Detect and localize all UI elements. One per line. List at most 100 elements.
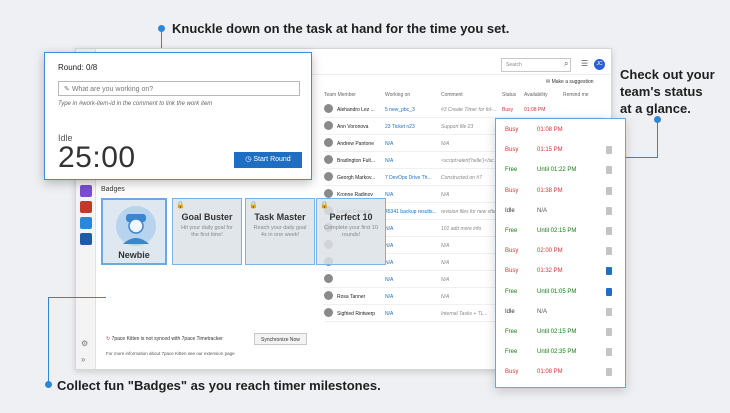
status-label: Busy bbox=[505, 369, 519, 376]
working-on[interactable]: N/A bbox=[385, 141, 437, 147]
remind-icon[interactable] bbox=[606, 166, 612, 175]
availability-label: 02:00 PM bbox=[537, 248, 563, 255]
search-input[interactable]: Search bbox=[501, 58, 571, 72]
working-on[interactable]: N/A bbox=[385, 311, 437, 317]
availability-label: 01:15 PM bbox=[537, 147, 563, 154]
avatar bbox=[324, 104, 333, 113]
availability-label: 01:08 PM bbox=[537, 127, 563, 133]
comment: revision files for new sfte... bbox=[441, 209, 497, 215]
remind-icon[interactable] bbox=[606, 206, 612, 215]
status-label: Free bbox=[505, 228, 518, 234]
availability-label: 01:32 PM bbox=[537, 268, 563, 275]
callout-right-line-h bbox=[624, 157, 658, 158]
avatar bbox=[324, 274, 333, 283]
sync-text: 7pace Kitten is not synced with 7pace Ti… bbox=[111, 336, 223, 342]
comment: N/A bbox=[441, 260, 450, 266]
remind-icon[interactable] bbox=[606, 368, 612, 377]
working-on[interactable]: N/A bbox=[385, 277, 437, 283]
status-row: Busy 01:38 PM bbox=[496, 181, 625, 201]
member-name: Bradington Fult... bbox=[337, 158, 376, 164]
gear-icon[interactable]: ⚙ bbox=[81, 339, 88, 348]
badge-description: Reach your daily goal 4x in one week! bbox=[253, 225, 307, 238]
avatar bbox=[324, 121, 333, 130]
badge-goal-buster[interactable]: 🔒 Goal Buster Hit your daily goal for th… bbox=[172, 198, 242, 265]
working-on[interactable]: N/A bbox=[385, 226, 437, 232]
status: Busy bbox=[502, 107, 514, 113]
badge-description: Hit your daily goal for the first time! bbox=[181, 225, 233, 238]
task-hint: Type in #work-item-id in the comment to … bbox=[58, 101, 213, 107]
flask-icon[interactable] bbox=[80, 185, 92, 197]
member-name: Alehandro Lez ... bbox=[337, 107, 375, 113]
comment: N/A bbox=[441, 243, 450, 249]
working-on[interactable]: N/A bbox=[385, 192, 437, 198]
task-input[interactable]: ✎ What are you working on? bbox=[58, 81, 300, 96]
badge-name: Goal Buster bbox=[181, 212, 233, 222]
remind-icon[interactable] bbox=[606, 186, 612, 195]
status-row: Busy 01:32 PM bbox=[496, 261, 625, 281]
comment: N/A bbox=[441, 192, 450, 198]
working-on[interactable]: 7 DevOps Drive Th... bbox=[385, 175, 437, 181]
availability-label: Until 02:15 PM bbox=[537, 228, 577, 234]
badge-name: Newbie bbox=[118, 250, 150, 260]
lock-icon: 🔒 bbox=[249, 202, 258, 209]
badge-newbie[interactable]: Newbie bbox=[101, 198, 167, 265]
availability: 01:08 PM bbox=[524, 107, 546, 113]
status-label: Free bbox=[505, 349, 518, 356]
remind-icon[interactable] bbox=[606, 267, 612, 276]
collapse-icon[interactable]: » bbox=[81, 355, 85, 364]
working-on[interactable]: 23 Ticket n23 bbox=[385, 124, 437, 130]
working-on[interactable]: 45341 backup results... bbox=[385, 209, 437, 215]
list-icon[interactable]: ☰ bbox=[581, 59, 588, 68]
working-on[interactable]: 5 new_pbc_3 bbox=[385, 107, 437, 113]
comment: <script>alert('helle')</sc... bbox=[441, 158, 497, 164]
remind-icon[interactable] bbox=[606, 307, 612, 316]
remind-icon[interactable] bbox=[606, 227, 612, 235]
synchronize-button[interactable]: Synchronize Now bbox=[254, 333, 307, 345]
avatar bbox=[324, 172, 333, 181]
suggestion-link[interactable]: ✉ Make a suggestion bbox=[546, 79, 594, 85]
col-availability: Availability bbox=[524, 92, 548, 98]
member-name: Sigfried Rintwerp bbox=[337, 311, 376, 317]
status-row: Busy 01:08 PM bbox=[496, 362, 625, 382]
working-on[interactable]: N/A bbox=[385, 294, 437, 300]
search-icon[interactable]: ⌕ bbox=[564, 59, 568, 69]
status-label: Busy bbox=[505, 268, 519, 275]
status-row: Busy 01:08 PM bbox=[496, 120, 625, 140]
working-on[interactable]: N/A bbox=[385, 158, 437, 164]
callout-bottom-dot bbox=[45, 381, 52, 388]
working-on[interactable]: N/A bbox=[385, 260, 437, 266]
status-label: Busy bbox=[505, 127, 519, 133]
status-label: Idle bbox=[505, 308, 515, 315]
remind-icon[interactable] bbox=[606, 146, 612, 155]
lock-icon: 🔒 bbox=[176, 202, 185, 209]
remind-icon[interactable] bbox=[606, 348, 612, 357]
remind-icon[interactable] bbox=[606, 247, 612, 256]
status-row: Busy 02:00 PM bbox=[496, 241, 625, 261]
callout-right-line3: at a glance. bbox=[620, 101, 691, 116]
comment: Support file 23 bbox=[441, 124, 474, 130]
table-row[interactable]: Alehandro Lez ... 5 new_pbc_3 #3 Create Ti… bbox=[324, 101, 604, 118]
status-label: Free bbox=[505, 167, 518, 174]
badge-task-master[interactable]: 🔒 Task Master Reach your daily goal 4x i… bbox=[245, 198, 315, 265]
callout-bottom-line-h bbox=[48, 297, 106, 298]
callout-top-dot bbox=[158, 25, 165, 32]
avatar bbox=[324, 138, 333, 147]
remind-icon[interactable] bbox=[606, 328, 612, 336]
badges-title: Badges bbox=[101, 186, 125, 193]
comment: Constructed on #7 bbox=[441, 175, 482, 181]
test-icon[interactable] bbox=[80, 217, 92, 229]
timer-clock: 25:00 bbox=[58, 141, 136, 174]
task-placeholder: What are you working on? bbox=[71, 86, 154, 93]
start-round-button[interactable]: ◷ Start Round bbox=[234, 152, 302, 168]
sync-icon: ↻ bbox=[106, 336, 111, 342]
col-remind: Remind me bbox=[563, 92, 589, 98]
badge-perfect-10[interactable]: 🔒 Perfect 10 Complete your first 10 roun… bbox=[316, 198, 386, 265]
remind-icon[interactable] bbox=[606, 287, 612, 296]
comment: N/A bbox=[441, 141, 450, 147]
availability-label: N/A bbox=[537, 207, 548, 214]
avatar[interactable]: JC bbox=[594, 59, 605, 70]
lock-icon: 🔒 bbox=[320, 202, 329, 209]
working-on[interactable]: N/A bbox=[385, 243, 437, 249]
kitten-icon[interactable] bbox=[80, 233, 92, 245]
package-icon[interactable] bbox=[80, 201, 92, 213]
